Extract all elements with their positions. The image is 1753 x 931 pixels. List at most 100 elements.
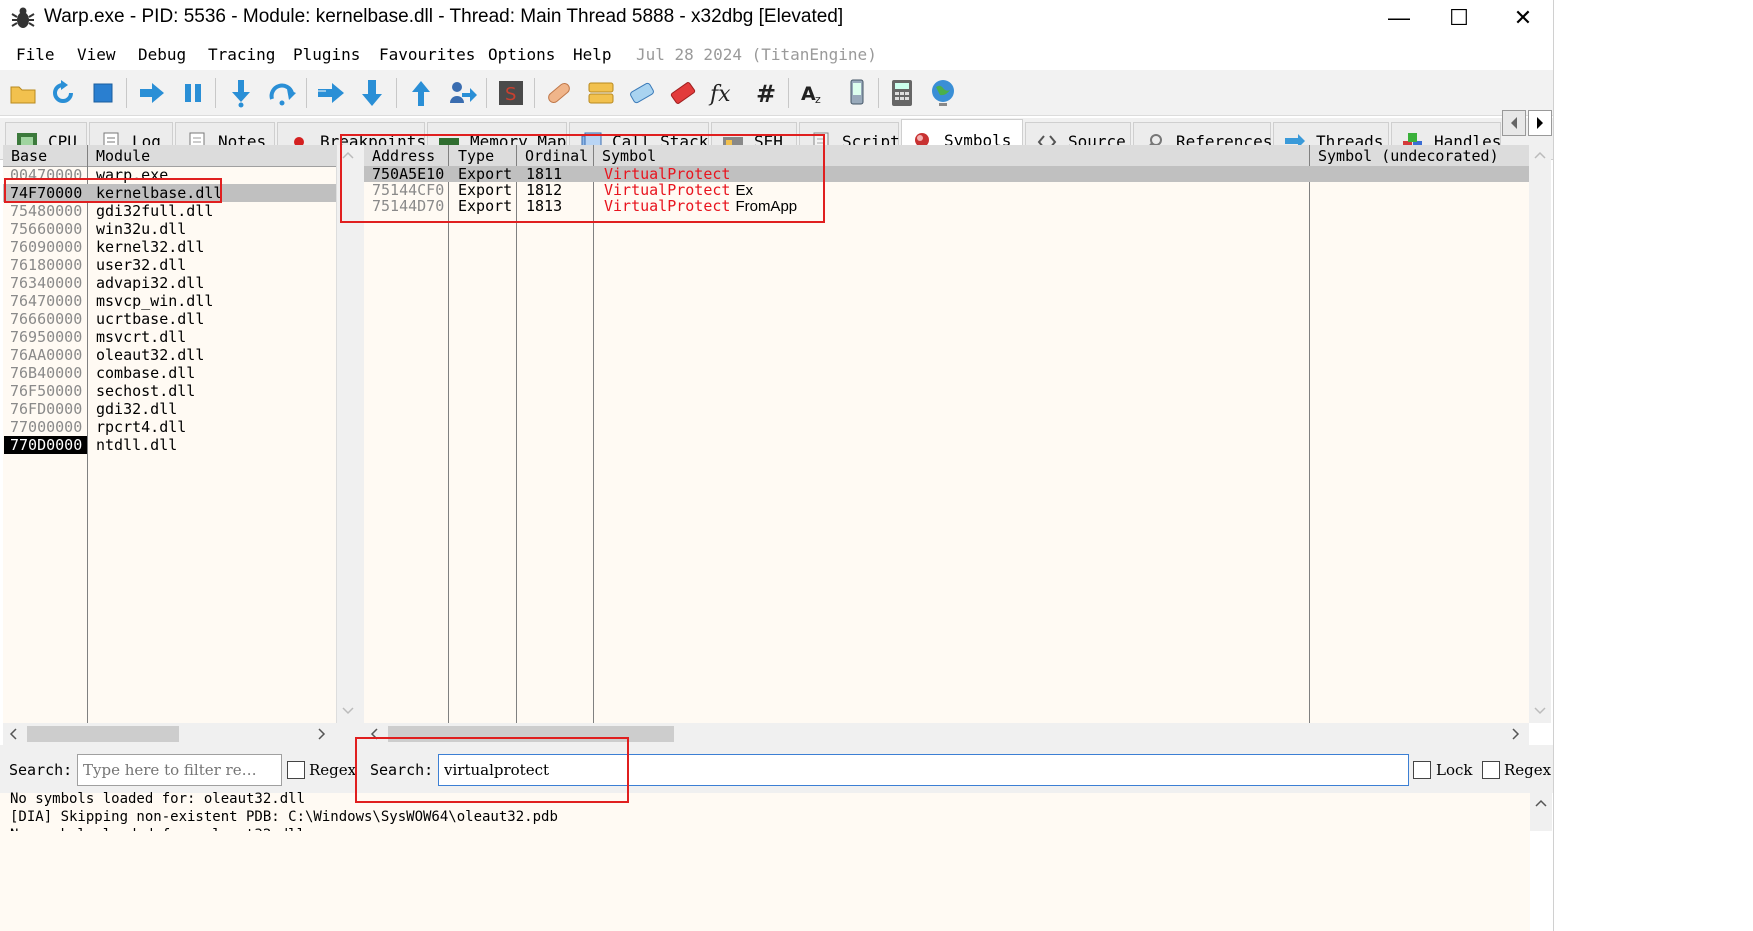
pause-icon[interactable]: [176, 76, 210, 110]
module-base: 76660000: [10, 310, 83, 328]
module-name: ntdll.dll: [96, 436, 178, 454]
stop-icon[interactable]: [86, 76, 120, 110]
module-row[interactable]: 76180000 user32.dll: [3, 256, 336, 274]
font-icon[interactable]: Az: [797, 76, 831, 110]
module-row[interactable]: 75480000 gdi32full.dll: [3, 202, 336, 220]
step-over-icon[interactable]: [266, 76, 300, 110]
panel-splitter[interactable]: [358, 145, 364, 745]
menu-help[interactable]: Help: [573, 45, 612, 64]
labels-icon[interactable]: [625, 76, 659, 110]
module-name: msvcrt.dll: [96, 328, 187, 346]
module-row[interactable]: 770D0000 ntdll.dll: [3, 436, 336, 454]
highlight-virtualprotect-results: [340, 134, 825, 223]
module-base: 76090000: [10, 238, 83, 256]
module-base: 76B40000: [10, 364, 83, 382]
scroll-up-icon[interactable]: [1534, 151, 1546, 159]
module-row[interactable]: 76B40000 combase.dll: [3, 364, 336, 382]
comments-icon[interactable]: [584, 76, 618, 110]
trace-into-icon[interactable]: [314, 76, 348, 110]
module-row[interactable]: 75660000 win32u.dll: [3, 220, 336, 238]
scroll-right-icon[interactable]: [318, 728, 326, 740]
svg-text:#: #: [756, 80, 776, 107]
scroll-up-icon[interactable]: [1535, 799, 1547, 807]
module-name: gdi32.dll: [96, 400, 178, 418]
close-button[interactable]: ✕: [1488, 0, 1558, 36]
hash-icon[interactable]: #: [748, 76, 782, 110]
module-row[interactable]: 76950000 msvcrt.dll: [3, 328, 336, 346]
open-folder-icon[interactable]: [6, 76, 40, 110]
menu-view[interactable]: View: [77, 45, 116, 64]
build-date: Jul 28 2024 (TitanEngine): [636, 45, 877, 64]
modules-rows: 00470000 warp.exe 74F70000 kernelbase.dll 75…: [3, 166, 336, 454]
column-header-module[interactable]: Module: [96, 145, 150, 167]
module-row[interactable]: 76FD0000 gdi32.dll: [3, 400, 336, 418]
menu-file[interactable]: File: [16, 45, 55, 64]
module-row[interactable]: 77000000 rpcrt4.dll: [3, 418, 336, 436]
restart-icon[interactable]: [46, 76, 80, 110]
svg-text:z: z: [815, 93, 821, 106]
step-into-icon[interactable]: [224, 76, 258, 110]
log-vscrollbar[interactable]: [1530, 793, 1552, 831]
scroll-left-icon[interactable]: [9, 728, 17, 740]
module-base: 76340000: [10, 274, 83, 292]
bug-app-icon: [11, 7, 35, 28]
menu-options[interactable]: Options: [488, 45, 555, 64]
module-row[interactable]: 76470000 msvcp_win.dll: [3, 292, 336, 310]
symbols-vscrollbar[interactable]: [1529, 145, 1551, 723]
module-name: combase.dll: [96, 364, 196, 382]
module-row[interactable]: 76AA0000 oleaut32.dll: [3, 346, 336, 364]
menu-tracing[interactable]: Tracing: [208, 45, 275, 64]
maximize-button[interactable]: ☐: [1424, 0, 1494, 36]
modules-vscrollbar[interactable]: [336, 145, 358, 723]
log-line: No symbols loaded for: oleaut32.dll: [10, 791, 306, 807]
scroll-thumb[interactable]: [27, 726, 179, 742]
menu-favourites[interactable]: Favourites: [379, 45, 475, 64]
module-base: 75480000: [10, 202, 83, 220]
execute-till-return-icon[interactable]: [404, 76, 438, 110]
highlight-kernelbase-row: [4, 178, 222, 203]
module-row[interactable]: 76340000 advapi32.dll: [3, 274, 336, 292]
modules-hscrollbar[interactable]: [3, 723, 358, 745]
lock-checkbox[interactable]: [1413, 761, 1431, 779]
modules-header: Base Module: [3, 145, 336, 167]
menu-plugins[interactable]: Plugins: [293, 45, 360, 64]
module-regex-checkbox[interactable]: [287, 761, 305, 779]
scroll-down-icon[interactable]: [1534, 707, 1546, 715]
symbols-list: [364, 145, 1529, 723]
module-name: gdi32full.dll: [96, 202, 214, 220]
run-icon[interactable]: [135, 76, 169, 110]
patch-icon[interactable]: [542, 76, 576, 110]
svg-text:S: S: [505, 84, 516, 105]
module-name: advapi32.dll: [96, 274, 205, 292]
tab-scroll-left-icon[interactable]: [1502, 110, 1526, 136]
functions-icon[interactable]: fx: [707, 76, 741, 110]
module-search-input[interactable]: [77, 754, 282, 786]
log-line: [DIA] Skipping non-existent PDB: C:\Wind…: [10, 809, 558, 825]
symbol-regex-checkbox[interactable]: [1482, 761, 1500, 779]
module-base: 76FD0000: [10, 400, 83, 418]
highlight-search-input: [355, 737, 629, 803]
module-regex-label: Regex: [309, 761, 357, 779]
globe-icon[interactable]: [926, 76, 960, 110]
scroll-down-icon[interactable]: [342, 707, 354, 715]
svg-text:A: A: [801, 83, 816, 105]
tab-scroll-right-icon[interactable]: [1528, 110, 1552, 136]
run-to-user-code-icon[interactable]: [446, 76, 480, 110]
scylla-icon[interactable]: S: [494, 76, 528, 110]
scroll-right-icon[interactable]: [1512, 728, 1520, 740]
module-base: 76180000: [10, 256, 83, 274]
menu-debug[interactable]: Debug: [138, 45, 186, 64]
bookmarks-icon[interactable]: [666, 76, 700, 110]
module-row[interactable]: 76F50000 sechost.dll: [3, 382, 336, 400]
module-row[interactable]: 76660000 ucrtbase.dll: [3, 310, 336, 328]
device-icon[interactable]: [840, 76, 874, 110]
module-base: 77000000: [10, 418, 83, 436]
calculator-icon[interactable]: [885, 76, 919, 110]
module-row[interactable]: 76090000 kernel32.dll: [3, 238, 336, 256]
module-name: user32.dll: [96, 256, 187, 274]
trace-over-icon[interactable]: [355, 76, 389, 110]
module-name: rpcrt4.dll: [96, 418, 187, 436]
column-header-undecorated[interactable]: Symbol (undecorated): [1318, 145, 1499, 167]
svg-text:fx: fx: [708, 82, 731, 107]
column-header-base[interactable]: Base: [11, 145, 47, 167]
